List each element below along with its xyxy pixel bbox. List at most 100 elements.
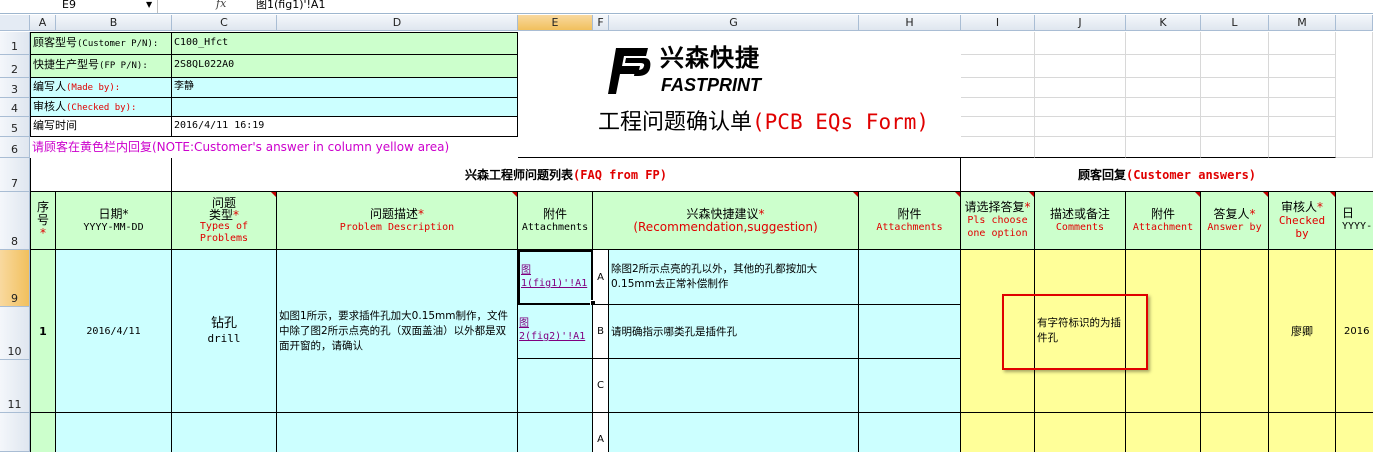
row2-comment[interactable] [1035, 413, 1126, 452]
cell-j6[interactable] [1035, 137, 1126, 158]
row-header-10[interactable]: 10 [0, 307, 30, 360]
col-header-l[interactable]: L [1201, 15, 1269, 31]
made-by-value[interactable]: 李静 [172, 78, 518, 98]
cell-l6[interactable] [1201, 137, 1269, 158]
row2-sugg-a[interactable] [609, 413, 859, 452]
row1-sugg-c[interactable] [609, 359, 859, 413]
col-header-b[interactable]: B [56, 15, 172, 31]
col-header-j[interactable]: J [1035, 15, 1126, 31]
col-header-c[interactable]: C [172, 15, 277, 31]
row2-att3[interactable] [1126, 413, 1201, 452]
cell-n-upper[interactable] [1336, 32, 1373, 158]
hdr-checked[interactable]: 审核人* Checked by [1269, 192, 1336, 250]
cell-l1[interactable] [1201, 32, 1269, 55]
hdr-desc[interactable]: 问题描述* Problem Description [277, 192, 518, 250]
cell-l5[interactable] [1201, 117, 1269, 137]
customer-pn-value[interactable]: C100_Hfct [172, 32, 518, 55]
row-header-8[interactable]: 8 [0, 192, 30, 250]
hdr-seq[interactable]: 序 号 * [30, 192, 56, 250]
hdr-att2[interactable]: 附件 Attachments [859, 192, 961, 250]
cell-l4[interactable] [1201, 98, 1269, 117]
row1-opt-c[interactable]: C [593, 359, 609, 413]
name-box[interactable]: E9 [0, 0, 158, 13]
hdr-type[interactable]: 问题 类型* Types of Problems [172, 192, 277, 250]
row2-att[interactable] [518, 413, 593, 452]
chevron-down-icon[interactable]: ▼ [146, 0, 152, 9]
checked-by-value[interactable] [172, 98, 518, 117]
row2-type[interactable] [172, 413, 277, 452]
cell-j4[interactable] [1035, 98, 1126, 117]
cell-i1[interactable] [961, 32, 1035, 55]
cell-m6[interactable] [1269, 137, 1336, 158]
row2-description[interactable] [277, 413, 518, 452]
row1-link2-a[interactable]: 图 [519, 317, 591, 330]
cell-k3[interactable] [1126, 78, 1201, 98]
fp-pn-value[interactable]: 2S8QL022A0 [172, 55, 518, 78]
cell-j1[interactable] [1035, 32, 1126, 55]
cell-k5[interactable] [1126, 117, 1201, 137]
time-label-cell[interactable]: 编写时间 [30, 117, 172, 137]
col-header-a[interactable]: A [30, 15, 56, 31]
row-header-1[interactable]: 1 [0, 32, 30, 55]
row1-description[interactable]: 如图1所示，要求插件孔加大0.15mm制作，文件中除了图2所示点亮的孔（双面盖油… [277, 250, 518, 413]
row-header-9[interactable]: 9 [0, 250, 30, 307]
row-header-11[interactable]: 11 [0, 360, 30, 413]
formula-input[interactable]: 图1(fig1)'!A1 [256, 0, 325, 13]
hdr-att[interactable]: 附件 Attachments [518, 192, 593, 250]
col-header-f[interactable]: F [593, 15, 609, 31]
cell-row6-mid[interactable] [518, 137, 961, 158]
faq-header[interactable]: 兴森工程师问题列表 (FAQ from FP) [172, 158, 961, 192]
cell-m5[interactable] [1269, 117, 1336, 137]
row2-checked-by[interactable] [1269, 413, 1336, 452]
cell-l3[interactable] [1201, 78, 1269, 98]
row1-link1-a[interactable]: 图 [521, 264, 590, 277]
cell-j3[interactable] [1035, 78, 1126, 98]
row1-sugg-b[interactable]: 请明确指示哪类孔是插件孔 [609, 305, 859, 359]
row-header-5[interactable]: 5 [0, 117, 30, 137]
hdr-sugg[interactable]: 兴森快捷建议* (Recommendation,suggestion) [593, 192, 859, 250]
row2-date[interactable] [56, 413, 172, 452]
hdr-comments[interactable]: 描述或备注 Comments [1035, 192, 1126, 250]
cell-m2[interactable] [1269, 55, 1336, 78]
row1-att2-a[interactable] [859, 250, 961, 305]
made-by-label-cell[interactable]: 编写人(Made by): [30, 78, 172, 98]
cell-l2[interactable] [1201, 55, 1269, 78]
row2-date2[interactable] [1336, 413, 1373, 452]
col-header-m[interactable]: M [1269, 15, 1336, 31]
row2-answer-by[interactable] [1201, 413, 1269, 452]
col-header-i[interactable]: I [961, 15, 1035, 31]
cell-k6[interactable] [1126, 137, 1201, 158]
row1-link1-cell[interactable]: 图 1(fig1)'!A1 [518, 250, 593, 305]
row-header-7[interactable]: 7 [0, 158, 30, 192]
cell-k1[interactable] [1126, 32, 1201, 55]
row-header-2[interactable]: 2 [0, 55, 30, 78]
cell-k2[interactable] [1126, 55, 1201, 78]
col-header-k[interactable]: K [1126, 15, 1201, 31]
col-header-g[interactable]: G [609, 15, 859, 31]
row-header-6[interactable]: 6 [0, 137, 30, 158]
cell-m3[interactable] [1269, 78, 1336, 98]
row1-sugg-a[interactable]: 除图2所示点亮的孔以外，其他的孔都按加大0.15mm去正常补偿制作 [609, 250, 859, 305]
cell-m4[interactable] [1269, 98, 1336, 117]
hdr-date2[interactable]: 日 YYYY- [1336, 192, 1373, 250]
row-header-4[interactable]: 4 [0, 98, 30, 117]
col-header-n[interactable] [1336, 15, 1373, 31]
row2-opt-a[interactable]: A [593, 413, 609, 452]
col-header-e[interactable]: E [518, 15, 593, 31]
row1-answer-by[interactable] [1201, 250, 1269, 413]
row1-opt-a[interactable]: A [593, 250, 609, 305]
cell-k4[interactable] [1126, 98, 1201, 117]
row-header-12[interactable] [0, 413, 30, 452]
row1-date[interactable]: 2016/4/11 [56, 250, 172, 413]
customer-pn-label-cell[interactable]: 顾客型号(Customer P/N): [30, 32, 172, 55]
row1-att2-b[interactable] [859, 305, 961, 359]
cell-i3[interactable] [961, 78, 1035, 98]
col-header-d[interactable]: D [277, 15, 518, 31]
row1-link2-cell[interactable]: 图 2(fig2)'!A1 [518, 305, 593, 359]
customer-header[interactable]: 顾客回复 (Customer answers) [961, 158, 1373, 192]
fp-pn-label-cell[interactable]: 快捷生产型号(FP P/N): [30, 55, 172, 78]
checked-by-label-cell[interactable]: 审核人(Checked by): [30, 98, 172, 117]
row1-link1-b[interactable]: 1(fig1)'!A1 [521, 277, 590, 290]
row2-choose[interactable] [961, 413, 1035, 452]
cell-i6[interactable] [961, 137, 1035, 158]
